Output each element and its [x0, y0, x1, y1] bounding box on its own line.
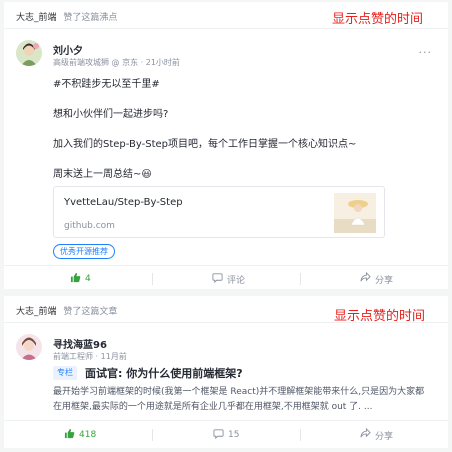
author-meta: 前端工程师 · 11月前 [53, 352, 127, 361]
comment-button[interactable]: 15 [213, 424, 239, 446]
comment-button[interactable]: 评论 [212, 268, 245, 290]
share-label: 分享 [375, 275, 394, 286]
pin-text-line: 想和小伙伴们一起进步吗? [53, 109, 169, 120]
actor-name[interactable]: 大志_前端 [16, 307, 57, 317]
action-bar: 4 评论 分享 [4, 268, 448, 290]
topic-tag[interactable]: 优秀开源推荐 [53, 244, 115, 259]
link-host: github.com [64, 221, 115, 231]
activity-header: 大志_前端 赞了这篇沸点 [16, 10, 117, 23]
activity-text: 赞了这篇沸点 [63, 13, 118, 23]
separator [152, 429, 153, 441]
divider [4, 420, 448, 421]
link-title: YvetteLau/Step-By-Step [64, 197, 183, 208]
like-count: 4 [85, 274, 91, 284]
comment-icon [212, 272, 223, 286]
link-thumbnail [334, 193, 376, 233]
share-button[interactable]: 分享 [360, 424, 393, 446]
more-icon[interactable]: ··· [419, 46, 433, 59]
activity-text: 赞了这篇文章 [63, 307, 118, 317]
like-button[interactable]: 418 [64, 424, 96, 446]
link-preview-card[interactable]: YvetteLau/Step-By-Step github.com [53, 186, 385, 238]
share-label: 分享 [375, 431, 394, 442]
separator [300, 429, 301, 441]
divider [4, 265, 448, 266]
pin-card: 大志_前端 赞了这篇沸点 显示点赞的时间 刘小夕 高级前端攻城狮 @ 京东 · … [4, 2, 448, 289]
divider [4, 322, 448, 323]
actor-name[interactable]: 大志_前端 [16, 13, 57, 23]
action-bar: 418 15 分享 [4, 424, 448, 446]
thumbs-up-icon [70, 272, 81, 286]
like-button[interactable]: 4 [70, 268, 91, 290]
avatar[interactable] [16, 334, 42, 360]
article-abstract[interactable]: 最开始学习前端框架的时候(我第一个框架是 React)并不理解框架能带来什么,只… [53, 385, 425, 415]
share-button[interactable]: 分享 [360, 268, 393, 290]
pin-text-line: 加入我们的Step-By-Step项目吧，每个工作日掌握一个核心知识点~ [53, 139, 357, 150]
thumbs-up-icon [64, 428, 75, 442]
activity-header: 大志_前端 赞了这篇文章 [16, 304, 117, 317]
article-title[interactable]: 面试官: 你为什么使用前端框架? [85, 365, 243, 381]
article-card: 大志_前端 赞了这篇文章 显示点赞的时间 寻找海蓝96 前端工程师 · 11月前… [4, 296, 448, 448]
share-icon [360, 271, 371, 286]
author-name[interactable]: 寻找海蓝96 [53, 336, 107, 351]
comment-label: 评论 [227, 275, 246, 286]
author-name[interactable]: 刘小夕 [53, 42, 83, 57]
comment-icon [213, 428, 224, 442]
pin-topic: #不积跬步无以至千里# [53, 79, 160, 90]
divider [4, 28, 448, 29]
like-count: 418 [79, 430, 97, 440]
column-tag[interactable]: 专栏 [53, 366, 77, 380]
avatar[interactable] [16, 40, 42, 66]
author-meta: 高级前端攻城狮 @ 京东 · 21小时前 [53, 58, 180, 67]
share-icon [360, 427, 371, 442]
separator [152, 273, 153, 285]
pin-text-line: 周末送上一周总结~😃 [53, 169, 152, 180]
annotation-label: 显示点赞的时间 [332, 12, 424, 27]
separator [300, 273, 301, 285]
comment-count: 15 [228, 430, 240, 440]
